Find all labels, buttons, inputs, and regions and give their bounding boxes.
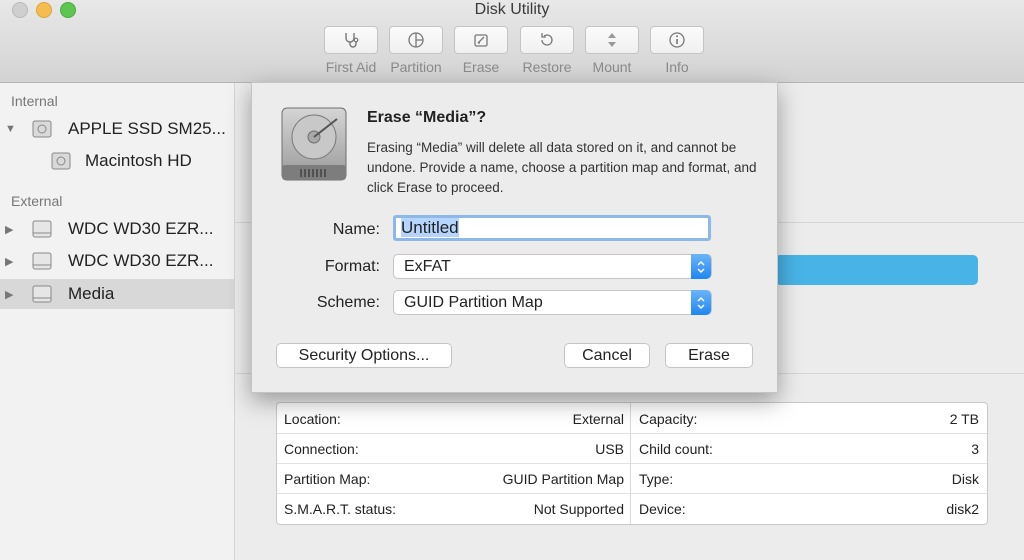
name-input[interactable]: Untitled bbox=[393, 215, 711, 241]
sidebar-item-label: WDC WD30 EZR... bbox=[68, 251, 214, 270]
info-key: Location: bbox=[284, 411, 341, 427]
disclosure-triangle-icon[interactable]: ▼ bbox=[5, 123, 16, 135]
external-disk-icon bbox=[32, 220, 52, 238]
first-aid-button[interactable]: First Aid bbox=[320, 26, 382, 75]
dialog-message: Erasing “Media” will delete all data sto… bbox=[367, 140, 757, 195]
external-disk-icon bbox=[32, 285, 52, 303]
sidebar-item-wdc-1[interactable]: ▶ WDC WD30 EZR... bbox=[0, 214, 234, 244]
partition-label: Partition bbox=[390, 59, 442, 75]
erase-button[interactable]: Erase bbox=[450, 26, 512, 75]
table-row: Partition Map: GUID Partition Map Type: … bbox=[277, 463, 987, 494]
sidebar: Internal ▼ APPLE SSD SM25... Macintosh H… bbox=[0, 83, 235, 560]
stethoscope-icon bbox=[345, 33, 359, 48]
info-value: 2 TB bbox=[949, 411, 979, 427]
dialog-title: Erase “Media”? bbox=[367, 109, 487, 126]
sidebar-item-media[interactable]: ▶ Media bbox=[0, 279, 234, 309]
updown-chevron-icon bbox=[691, 290, 711, 315]
disclosure-triangle-icon[interactable]: ▶ bbox=[5, 255, 15, 268]
info-label: Info bbox=[665, 59, 689, 75]
info-icon bbox=[669, 32, 685, 48]
name-label: Name: bbox=[332, 221, 380, 238]
hard-drive-icon bbox=[281, 107, 347, 181]
erase-confirm-button[interactable]: Erase bbox=[665, 343, 753, 368]
info-key: Partition Map: bbox=[284, 471, 371, 487]
sidebar-item-apple-ssd[interactable]: ▼ APPLE SSD SM25... bbox=[0, 114, 234, 144]
sidebar-section-internal: Internal bbox=[11, 93, 58, 109]
info-key: Device: bbox=[639, 501, 686, 517]
sidebar-item-label: Macintosh HD bbox=[85, 151, 192, 170]
erase-label: Erase bbox=[462, 59, 500, 75]
info-key: Connection: bbox=[284, 441, 359, 457]
partition-button[interactable]: Partition bbox=[385, 26, 447, 75]
format-label: Format: bbox=[324, 258, 380, 275]
updown-chevron-icon bbox=[691, 254, 711, 279]
sidebar-item-label: APPLE SSD SM25... bbox=[68, 119, 226, 138]
cancel-button[interactable]: Cancel bbox=[564, 343, 650, 368]
table-row: S.M.A.R.T. status: Not Supported Device:… bbox=[277, 493, 987, 523]
restore-button[interactable]: Restore bbox=[516, 26, 578, 75]
volume-icon bbox=[51, 152, 71, 170]
table-row: Connection: USB Child count: 3 bbox=[277, 433, 987, 464]
info-value: Not Supported bbox=[533, 501, 624, 517]
scheme-select[interactable]: GUID Partition Map bbox=[393, 290, 712, 315]
sidebar-item-macintosh-hd[interactable]: Macintosh HD bbox=[0, 146, 234, 176]
internal-disk-icon bbox=[32, 120, 52, 138]
usage-bar bbox=[775, 255, 978, 285]
disclosure-triangle-icon[interactable]: ▶ bbox=[5, 223, 15, 236]
scheme-select-value: GUID Partition Map bbox=[404, 294, 543, 311]
erase-icon bbox=[474, 34, 488, 47]
info-value: disk2 bbox=[946, 501, 979, 517]
format-select-value: ExFAT bbox=[404, 258, 451, 275]
restore-icon bbox=[541, 33, 553, 46]
sidebar-section-external: External bbox=[11, 193, 63, 209]
info-table: Location: External Capacity: 2 TB Connec… bbox=[276, 402, 988, 525]
info-button[interactable]: Info bbox=[646, 26, 708, 75]
table-row: Location: External Capacity: 2 TB bbox=[277, 403, 987, 434]
mount-label: Mount bbox=[592, 59, 632, 75]
partition-icon bbox=[408, 32, 424, 48]
restore-label: Restore bbox=[522, 59, 572, 75]
mount-icon bbox=[608, 33, 616, 47]
info-key: Child count: bbox=[639, 441, 713, 457]
info-value: External bbox=[572, 411, 624, 427]
external-disk-icon bbox=[32, 252, 52, 270]
erase-dialog: Erase “Media”? Erasing “Media” will dele… bbox=[251, 82, 778, 393]
sidebar-item-wdc-2[interactable]: ▶ WDC WD30 EZR... bbox=[0, 246, 234, 276]
info-value: 3 bbox=[971, 441, 979, 457]
disclosure-triangle-icon[interactable]: ▶ bbox=[5, 288, 15, 301]
security-options-button[interactable]: Security Options... bbox=[276, 343, 452, 368]
info-key: Capacity: bbox=[639, 411, 698, 427]
info-value: USB bbox=[595, 441, 624, 457]
sidebar-item-label: WDC WD30 EZR... bbox=[68, 219, 214, 238]
format-select[interactable]: ExFAT bbox=[393, 254, 712, 279]
first-aid-label: First Aid bbox=[325, 59, 377, 75]
sidebar-item-label: Media bbox=[68, 284, 115, 303]
window-toolbar: Disk Utility First Aid Partition Erase R… bbox=[0, 0, 1024, 83]
info-key: Type: bbox=[639, 471, 674, 487]
info-value: GUID Partition Map bbox=[502, 471, 624, 487]
name-input-value: Untitled bbox=[401, 218, 459, 237]
mount-button[interactable]: Mount bbox=[581, 26, 643, 75]
info-value: Disk bbox=[951, 471, 979, 487]
info-key: S.M.A.R.T. status: bbox=[284, 501, 397, 517]
window-title: Disk Utility bbox=[474, 1, 550, 18]
scheme-label: Scheme: bbox=[316, 294, 380, 311]
